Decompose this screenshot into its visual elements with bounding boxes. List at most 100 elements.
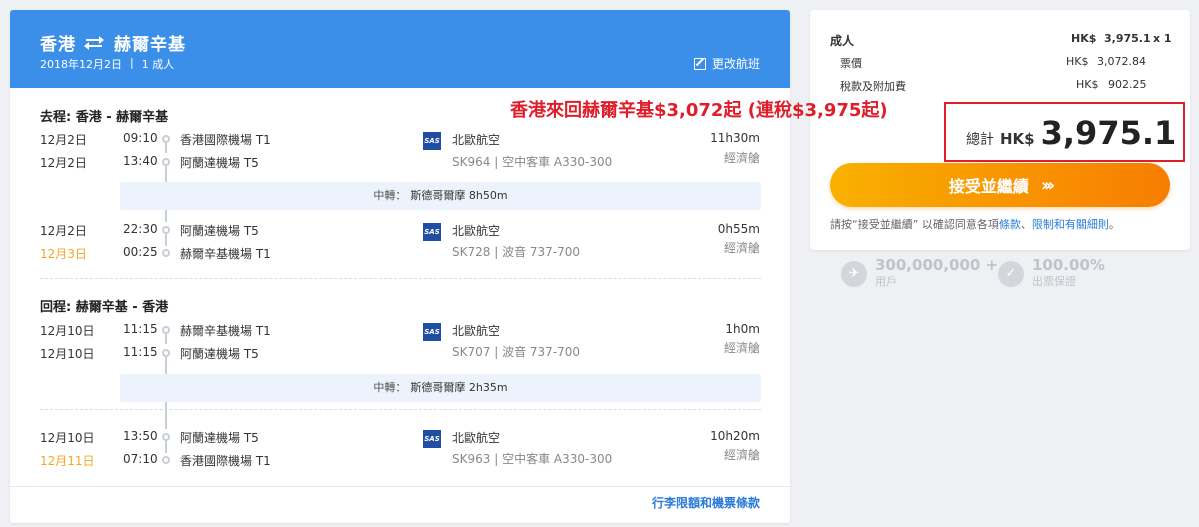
users-stat-value: 300,000,000 +	[875, 256, 999, 274]
accept-continue-button[interactable]: 接受並繼續 ›››	[830, 163, 1170, 207]
tax-currency: HK$	[1076, 78, 1099, 91]
itinerary-card: 香港 赫爾辛基 2018年12月2日 | 1 成人 更改航班 去程: 香港 - …	[10, 10, 790, 523]
leg4-dep-date: 12月10日	[40, 431, 95, 445]
leg4-airline: 北歐航空	[452, 431, 501, 445]
guarantee-stat-label: 出票保證	[1032, 275, 1076, 288]
leg2-dep-time: 22:30	[123, 222, 158, 236]
route-header: 香港 赫爾辛基 2018年12月2日 | 1 成人 更改航班	[10, 10, 790, 88]
leg1-duration: 11h30m	[710, 131, 760, 145]
timeline-dot	[162, 433, 170, 441]
timeline-line	[165, 234, 167, 246]
leg3-flight-info: SK707 | 波音 737-700	[452, 345, 581, 359]
leg3-dep-time: 11:15	[123, 322, 158, 336]
terms-prefix: 請按“接受並繼續” 以確認同意各項	[830, 218, 999, 231]
leg2-dep-date: 12月2日	[40, 224, 87, 238]
guarantee-stat: ✓ 100.00% 出票保證	[998, 258, 1105, 289]
rules-link[interactable]: 有關細則	[1065, 218, 1109, 231]
fare-amount: 3,072.84	[1097, 55, 1146, 68]
leg1-arr-date: 12月2日	[40, 156, 87, 170]
sas-logo-icon: SAS	[423, 323, 441, 341]
leg3-dep-airport: 赫爾辛基機場 T1	[180, 324, 271, 338]
leg1-cabin: 經濟艙	[723, 151, 760, 165]
timeline-dot	[162, 135, 170, 143]
timeline-dot	[162, 349, 170, 357]
leg1-airline: 北歐航空	[452, 133, 501, 147]
leg1-arr-airport: 阿蘭達機場 T5	[180, 156, 259, 170]
layover-city: 斯德哥爾摩 8h50m	[410, 189, 508, 202]
accept-continue-label: 接受並繼續	[948, 177, 1029, 196]
guarantee-stat-value: 100.00%	[1032, 256, 1105, 274]
outbound-title: 去程: 香港 - 赫爾辛基	[40, 110, 169, 125]
leg1-dep-time: 09:10	[123, 131, 158, 145]
leg1-dep-airport: 香港國際機場 T1	[180, 133, 271, 147]
shield-check-icon: ✓	[998, 260, 1024, 287]
double-chevron-right-icon: ›››	[1040, 174, 1055, 196]
timeline-dot	[162, 456, 170, 464]
edit-icon	[693, 57, 706, 70]
baggage-terms-link[interactable]: 行李限額和機票條款	[652, 494, 760, 511]
edit-flight-button[interactable]: 更改航班	[693, 55, 760, 72]
promo-annotation: 香港來回赫爾辛基$3,072起 (連稅$3,975起)	[510, 100, 888, 121]
timeline-line	[165, 334, 167, 344]
footer-divider	[10, 486, 790, 487]
leg4-arr-time: 07:10	[123, 452, 158, 466]
fare-currency: HK$	[1066, 55, 1089, 68]
sas-logo-icon: SAS	[423, 132, 441, 150]
return-layover: 中轉： 斯德哥爾摩 2h35m	[120, 374, 761, 402]
leg4-dep-time: 13:50	[123, 429, 158, 443]
swap-arrows-icon	[84, 35, 104, 50]
route-title: 香港 赫爾辛基	[40, 30, 186, 55]
timeline-line	[165, 166, 167, 182]
adult-amount: 3,975.1	[1104, 32, 1151, 45]
terms-and: 和	[1053, 218, 1065, 231]
leg3-airline: 北歐航空	[452, 324, 501, 338]
timeline-line	[165, 402, 167, 409]
leg4-duration: 10h20m	[710, 429, 760, 443]
tax-amount: 902.25	[1108, 78, 1147, 91]
leg2-arr-date: 12月3日	[40, 247, 87, 261]
terms-notice: 請按“接受並繼續” 以確認同意各項條款、限制和有關細則。	[830, 216, 1120, 232]
leg4-cabin: 經濟艙	[723, 448, 760, 462]
leg2-flight-info: SK728 | 波音 737-700	[452, 245, 581, 259]
airplane-icon: ✈	[841, 260, 867, 287]
total-highlight-box	[944, 102, 1185, 162]
timeline-line	[165, 357, 167, 374]
passenger-count: 1 成人	[141, 58, 175, 71]
leg4-dep-airport: 阿蘭達機場 T5	[180, 431, 259, 445]
users-stat-label: 用戶	[875, 275, 897, 288]
destination-city: 赫爾辛基	[114, 35, 186, 55]
adult-label: 成人	[830, 34, 855, 48]
leg2-airline: 北歐航空	[452, 224, 501, 238]
leg1-flight-info: SK964 | 空中客車 A330-300	[452, 155, 613, 169]
layover-city: 斯德哥爾摩 2h35m	[410, 381, 508, 394]
adult-quantity: x 1	[1153, 32, 1172, 45]
terms-link[interactable]: 條款	[999, 218, 1021, 231]
leg2-cabin: 經濟艙	[723, 241, 760, 255]
leg2-dep-airport: 阿蘭達機場 T5	[180, 224, 259, 238]
restrictions-link[interactable]: 限制	[1032, 218, 1054, 231]
leg4-flight-info: SK963 | 空中客車 A330-300	[452, 452, 613, 466]
leg1-arr-time: 13:40	[123, 154, 158, 168]
leg3-arr-time: 11:15	[123, 345, 158, 359]
timeline-dot	[162, 326, 170, 334]
sas-logo-icon: SAS	[423, 223, 441, 241]
layover-label: 中轉：	[373, 189, 407, 202]
sas-logo-icon: SAS	[423, 430, 441, 448]
return-title: 回程: 赫爾辛基 - 香港	[40, 300, 169, 315]
leg1-dep-date: 12月2日	[40, 133, 87, 147]
divider	[40, 409, 761, 410]
divider	[40, 278, 761, 279]
edit-flight-label: 更改航班	[711, 57, 760, 71]
users-stat: ✈ 300,000,000 + 用戶	[841, 258, 998, 289]
trip-date: 2018年12月2日	[40, 58, 122, 71]
leg3-arr-date: 12月10日	[40, 347, 95, 361]
meta-separator: |	[130, 56, 134, 69]
timeline-dot	[162, 226, 170, 234]
terms-sep: 、	[1020, 218, 1032, 231]
origin-city: 香港	[40, 35, 76, 55]
trip-meta: 2018年12月2日 | 1 成人	[40, 56, 174, 72]
leg2-arr-time: 00:25	[123, 245, 158, 259]
tax-label: 稅款及附加費	[840, 80, 906, 93]
timeline-line	[165, 410, 167, 429]
timeline-dot	[162, 249, 170, 257]
